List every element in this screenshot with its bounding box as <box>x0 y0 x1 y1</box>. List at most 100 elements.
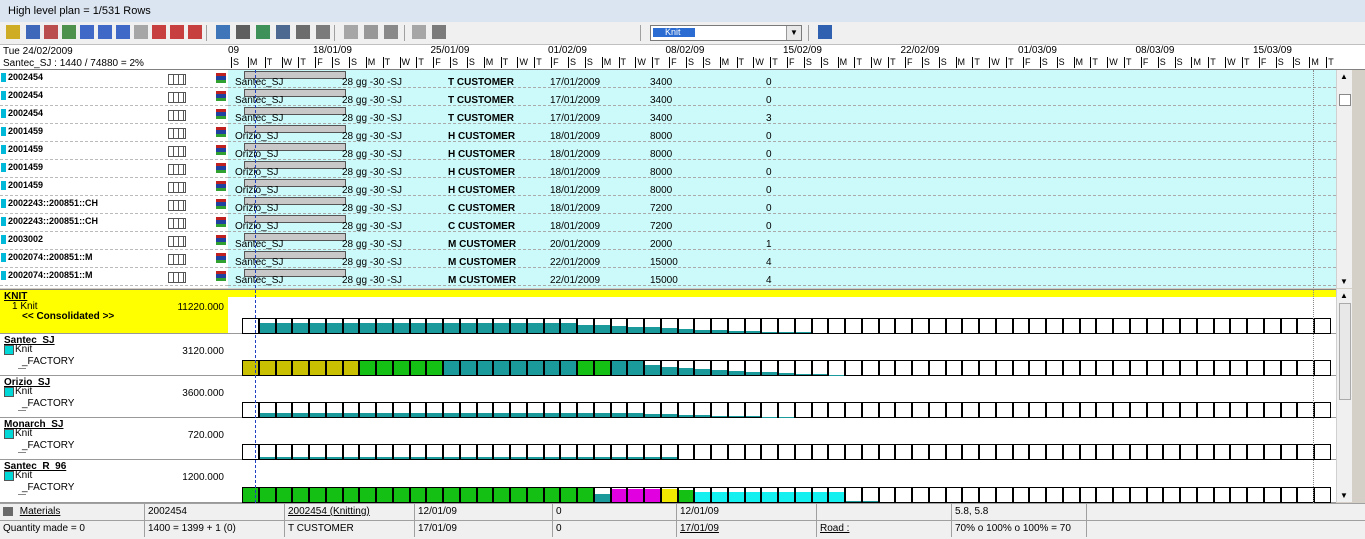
capacity-bar[interactable] <box>711 444 728 460</box>
capacity-bar[interactable] <box>1214 444 1231 460</box>
capacity-bar[interactable] <box>812 318 829 334</box>
capacity-bar[interactable] <box>1197 360 1214 376</box>
capacity-bar[interactable] <box>644 318 661 334</box>
open-icon[interactable] <box>364 25 378 39</box>
capacity-bar[interactable] <box>594 360 611 376</box>
capacity-bar[interactable] <box>1096 487 1113 503</box>
up-arrow-icon[interactable] <box>134 25 148 39</box>
capacity-bar[interactable] <box>1163 318 1180 334</box>
capacity-bar[interactable] <box>577 360 594 376</box>
scroll-thumb[interactable] <box>1339 303 1351 400</box>
capacity-bar[interactable] <box>745 487 762 503</box>
capacity-bar[interactable] <box>443 487 460 503</box>
capacity-bar[interactable] <box>946 402 963 418</box>
capacity-bar[interactable] <box>477 402 494 418</box>
capacity-bar[interactable] <box>929 487 946 503</box>
capacity-bar[interactable] <box>644 444 661 460</box>
capacity-bar[interactable] <box>979 444 996 460</box>
capacity-bar[interactable] <box>1080 487 1097 503</box>
capacity-bar[interactable] <box>1197 318 1214 334</box>
order-row-label[interactable]: 2001459 <box>0 124 228 142</box>
capacity-bar[interactable] <box>946 487 963 503</box>
capacity-bar[interactable] <box>761 318 778 334</box>
order-row-label[interactable]: 2003002 <box>0 232 228 250</box>
capacity-bar[interactable] <box>728 487 745 503</box>
capacity-bar[interactable] <box>1046 487 1063 503</box>
capacity-bar[interactable] <box>996 402 1013 418</box>
capacity-bar[interactable] <box>577 318 594 334</box>
capacity-bar[interactable] <box>544 402 561 418</box>
capacity-bar[interactable] <box>879 402 896 418</box>
capacity-bar[interactable] <box>410 444 427 460</box>
capacity-bar[interactable] <box>929 318 946 334</box>
capacity-bar[interactable] <box>694 360 711 376</box>
capacity-bar[interactable] <box>410 402 427 418</box>
capacity-bar[interactable] <box>795 444 812 460</box>
capacity-bar[interactable] <box>560 487 577 503</box>
order-row[interactable]: Santec_SJ28 gg -30 -SJT CUSTOMER17/01/20… <box>228 88 1336 106</box>
capacity-bar[interactable] <box>946 444 963 460</box>
capacity-bar[interactable] <box>812 444 829 460</box>
refresh-icon[interactable] <box>276 25 290 39</box>
order-row-label[interactable]: 2001459 <box>0 160 228 178</box>
capacity-bar[interactable] <box>778 360 795 376</box>
capacity-bar[interactable] <box>1029 402 1046 418</box>
road-link[interactable]: Road : <box>817 521 952 537</box>
capacity-bar[interactable] <box>912 360 929 376</box>
capacity-bar[interactable] <box>728 402 745 418</box>
capacity-bar[interactable] <box>627 487 644 503</box>
capacity-bar[interactable] <box>728 360 745 376</box>
capacity-bar[interactable] <box>242 318 259 334</box>
orders-scrollbar[interactable]: ▲ ▼ <box>1336 70 1352 288</box>
capacity-bar[interactable] <box>845 402 862 418</box>
capacity-bar[interactable] <box>359 360 376 376</box>
capacity-bar[interactable] <box>460 360 477 376</box>
capacity-bar[interactable] <box>276 487 293 503</box>
capacity-bar[interactable] <box>962 360 979 376</box>
capacity-bar[interactable] <box>1013 402 1030 418</box>
capacity-bar[interactable] <box>1096 402 1113 418</box>
capacity-bar[interactable] <box>510 360 527 376</box>
capacity-bar[interactable] <box>376 318 393 334</box>
order-row-label[interactable]: 2002243::200851::CH <box>0 196 228 214</box>
capacity-bar[interactable] <box>828 318 845 334</box>
capacity-bar[interactable] <box>292 402 309 418</box>
filter-icon[interactable] <box>432 25 446 39</box>
capacity-bar[interactable] <box>343 487 360 503</box>
order-row-label[interactable]: 2001459 <box>0 142 228 160</box>
capacity-bar[interactable] <box>359 444 376 460</box>
capacity-bar[interactable] <box>393 318 410 334</box>
capacity-bar[interactable] <box>276 360 293 376</box>
capacity-bar[interactable] <box>1297 444 1314 460</box>
capacity-bar[interactable] <box>1197 444 1214 460</box>
capacity-bar[interactable] <box>1147 318 1164 334</box>
capacity-bar[interactable] <box>477 318 494 334</box>
capacity-bar[interactable] <box>644 487 661 503</box>
capacity-bar[interactable] <box>795 318 812 334</box>
capacity-bar[interactable] <box>611 360 628 376</box>
capacity-bar[interactable] <box>778 444 795 460</box>
capacity-bar[interactable] <box>1180 318 1197 334</box>
capacity-bar[interactable] <box>895 360 912 376</box>
capacity-bar[interactable] <box>527 402 544 418</box>
undo-icon[interactable] <box>412 25 426 39</box>
capacity-bar[interactable] <box>1281 402 1298 418</box>
capacity-bar[interactable] <box>1013 318 1030 334</box>
binoculars-icon[interactable] <box>256 25 270 39</box>
capacity-bar[interactable] <box>711 318 728 334</box>
capacity-bar[interactable] <box>359 318 376 334</box>
capacity-bar[interactable] <box>1013 360 1030 376</box>
capacity-bar[interactable] <box>1281 360 1298 376</box>
capacity-bar[interactable] <box>745 360 762 376</box>
capacity-bar[interactable] <box>979 318 996 334</box>
capacity-bar[interactable] <box>1013 444 1030 460</box>
capacity-bar[interactable] <box>1214 318 1231 334</box>
capacity-bar[interactable] <box>460 487 477 503</box>
capacity-bar[interactable] <box>661 487 678 503</box>
capacity-bar[interactable] <box>1180 402 1197 418</box>
capacity-bar[interactable] <box>962 402 979 418</box>
order-row-label[interactable]: 2002454 <box>0 70 228 88</box>
capacity-bar[interactable] <box>627 360 644 376</box>
capacity-bar[interactable] <box>778 402 795 418</box>
capacity-bar[interactable] <box>443 444 460 460</box>
